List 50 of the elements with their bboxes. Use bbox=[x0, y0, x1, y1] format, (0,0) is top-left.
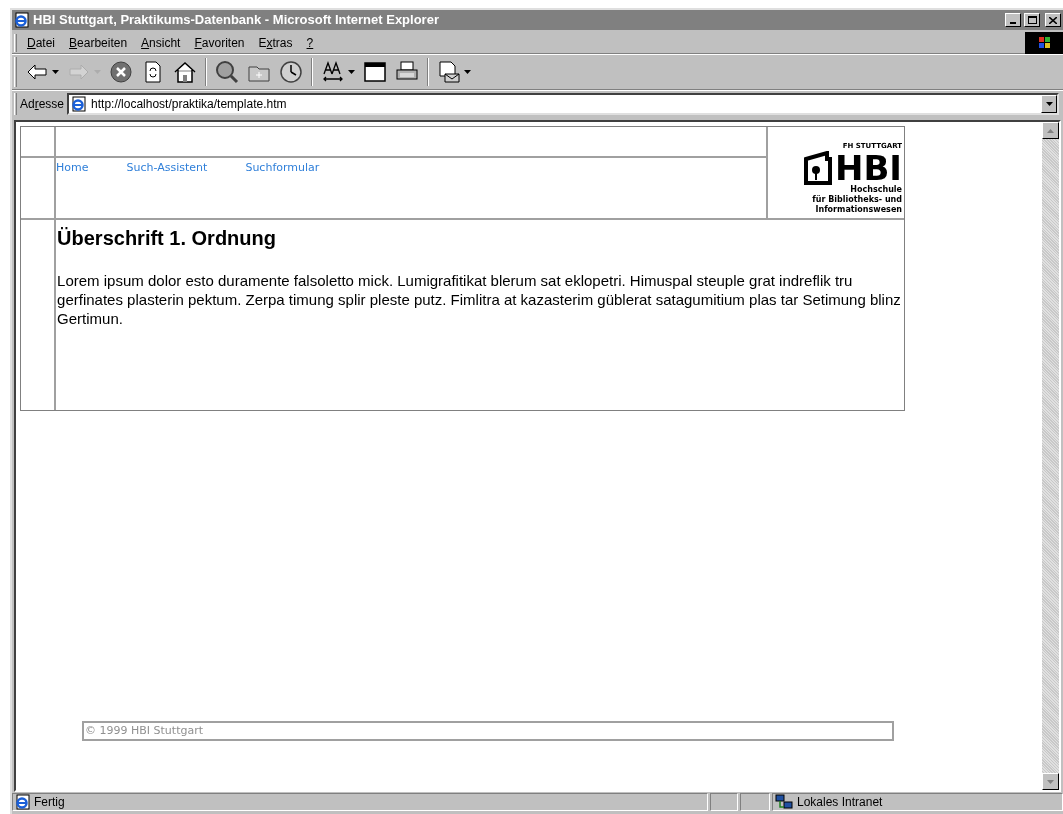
window-icon bbox=[363, 60, 387, 84]
address-label: Adresse bbox=[20, 95, 65, 113]
menu-item[interactable]: Ansicht bbox=[135, 32, 187, 53]
scrollbar[interactable] bbox=[1042, 122, 1059, 790]
book-icon bbox=[802, 151, 833, 185]
zone-text: Lokales Intranet bbox=[797, 794, 883, 811]
font-icon bbox=[321, 60, 345, 84]
maximize-button[interactable] bbox=[1024, 13, 1040, 27]
minimize-icon bbox=[1010, 22, 1016, 24]
nav-link[interactable]: Such-Assistent bbox=[126, 160, 208, 177]
table-cell bbox=[21, 127, 57, 158]
clock-icon bbox=[279, 60, 303, 84]
home-icon bbox=[173, 60, 197, 84]
status-pane bbox=[710, 793, 738, 811]
heading: Überschrift 1. Ordnung bbox=[56, 226, 277, 251]
caret-icon bbox=[1045, 101, 1053, 106]
caret-icon bbox=[348, 70, 355, 74]
network-icon bbox=[775, 794, 793, 810]
caret-icon bbox=[464, 70, 471, 74]
paragraph: Lorem ipsum dolor esto duramente falsoletto mick. Lumigrafitikat blerum sat eklopetri. Himuspal steuple grat indreflik tru gerfinates plasterin pektum. Zerpa timung splir pleste putz. Fimlitra at kazasterim güblerat satagumitium plas tar Setimung blinz Gertimun. bbox=[56, 271, 902, 328]
menu-item[interactable]: Bearbeiten bbox=[63, 32, 134, 53]
mail-icon bbox=[437, 60, 461, 84]
status-pane bbox=[740, 793, 770, 811]
scroll-up-button[interactable] bbox=[1042, 122, 1059, 139]
maximize-icon bbox=[1027, 16, 1037, 24]
window-title: HBI Stuttgart, Praktikums-Datenbank - Microsoft Internet Explorer bbox=[33, 11, 440, 30]
page-icon bbox=[71, 95, 88, 112]
close-button[interactable] bbox=[1045, 13, 1061, 27]
close-icon bbox=[1049, 16, 1057, 24]
url-text: http://localhost/praktika/template.htm bbox=[91, 95, 288, 113]
menu-item[interactable]: Datei bbox=[21, 32, 62, 53]
scroll-down-button[interactable] bbox=[1042, 773, 1059, 790]
browser-icon bbox=[14, 12, 30, 28]
footer-text: © 1999 HBI Stuttgart bbox=[82, 721, 894, 741]
windows-logo-icon bbox=[1025, 31, 1063, 54]
menu-item[interactable]: ? bbox=[300, 32, 320, 53]
up-arrow-icon bbox=[1047, 128, 1054, 133]
stop-icon bbox=[109, 60, 133, 84]
search-icon bbox=[215, 60, 239, 84]
minimize-button[interactable] bbox=[1005, 13, 1021, 27]
dropdown-button[interactable] bbox=[1041, 94, 1057, 113]
nav-link[interactable]: Suchformular bbox=[245, 160, 320, 177]
down-arrow-icon bbox=[1047, 779, 1054, 784]
caret-icon bbox=[52, 70, 59, 74]
menu-item[interactable]: Favoriten bbox=[188, 32, 251, 53]
nav-link[interactable]: Home bbox=[56, 160, 89, 177]
address-field[interactable]: http://localhost/praktika/template.htm bbox=[67, 92, 1059, 115]
status-text: Fertig bbox=[34, 794, 65, 811]
menu-item[interactable]: Extras bbox=[252, 32, 299, 53]
page-icon bbox=[15, 794, 31, 810]
